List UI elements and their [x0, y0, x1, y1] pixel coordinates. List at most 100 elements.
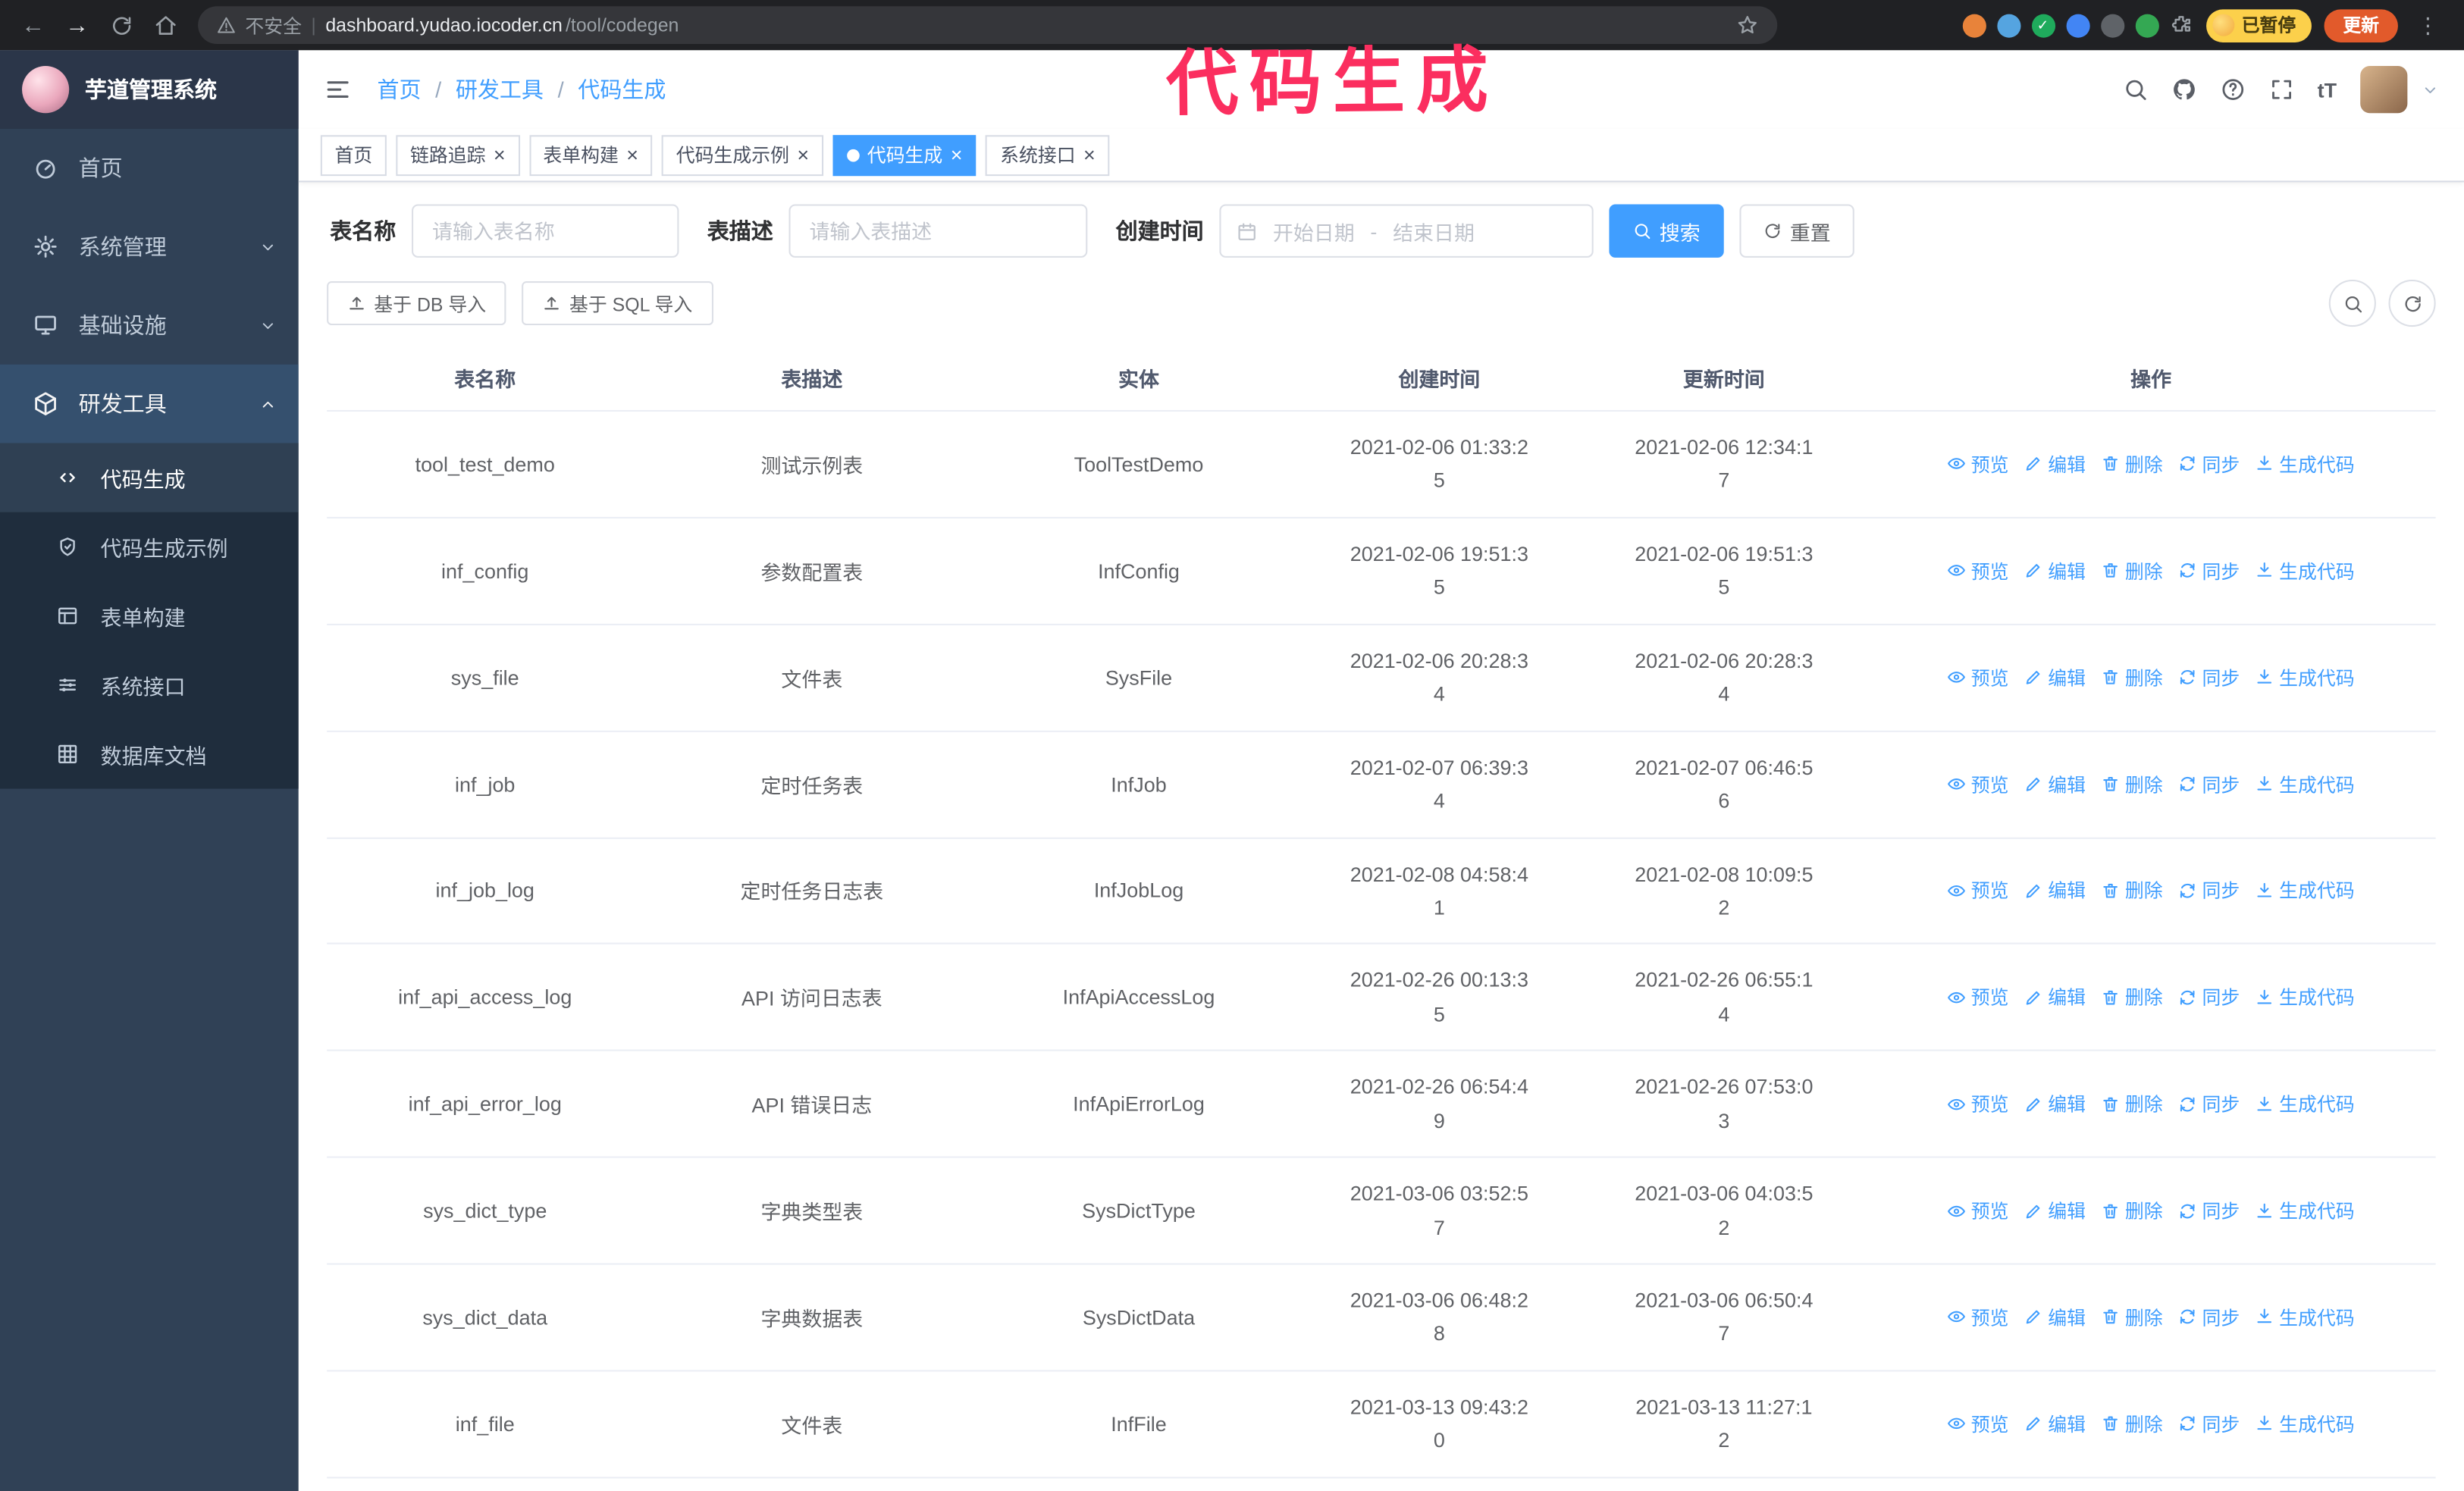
search-icon[interactable] — [2123, 77, 2148, 102]
row-action-edit[interactable]: 编辑 — [2024, 451, 2086, 478]
row-action-preview[interactable]: 预览 — [1948, 771, 2008, 797]
extension-gray-icon[interactable] — [2100, 13, 2124, 37]
extension-blue-icon[interactable] — [1996, 13, 2020, 37]
table-name-input[interactable] — [412, 204, 679, 258]
puzzle-icon[interactable] — [2169, 14, 2193, 37]
row-action-generate[interactable]: 生成代码 — [2256, 771, 2355, 797]
extension-people-icon[interactable] — [2065, 13, 2089, 37]
sidebar-item-home[interactable]: 首页 — [0, 129, 299, 208]
row-action-generate[interactable]: 生成代码 — [2256, 557, 2355, 584]
search-button[interactable]: 搜索 — [1609, 204, 1724, 258]
row-action-edit[interactable]: 编辑 — [2024, 1304, 2086, 1330]
github-icon[interactable] — [2171, 77, 2196, 102]
user-avatar[interactable] — [2360, 66, 2408, 114]
browser-reload-icon[interactable] — [101, 5, 142, 45]
browser-menu-icon[interactable]: ⋮ — [2411, 12, 2446, 39]
security-label[interactable]: 不安全 — [245, 12, 302, 39]
table-desc-input[interactable] — [788, 204, 1088, 258]
sidebar-item-system-api[interactable]: 系统接口 — [0, 650, 299, 719]
row-action-edit[interactable]: 编辑 — [2024, 1198, 2086, 1224]
row-action-preview[interactable]: 预览 — [1948, 1091, 2008, 1117]
browser-back-icon[interactable]: ← — [13, 5, 54, 45]
font-size-icon[interactable]: tT — [2318, 80, 2337, 100]
row-action-generate[interactable]: 生成代码 — [2256, 984, 2355, 1010]
row-action-generate[interactable]: 生成代码 — [2256, 1091, 2355, 1117]
row-action-sync[interactable]: 同步 — [2178, 1198, 2240, 1224]
bookmark-star-icon[interactable] — [1736, 14, 1758, 36]
row-action-preview[interactable]: 预览 — [1948, 451, 2008, 478]
row-action-sync[interactable]: 同步 — [2178, 771, 2240, 797]
row-action-edit[interactable]: 编辑 — [2024, 1411, 2086, 1437]
reset-button[interactable]: 重置 — [1739, 204, 1854, 258]
tab-system-api[interactable]: 系统接口 × — [986, 134, 1110, 176]
tab-home[interactable]: 首页 — [320, 134, 387, 176]
row-action-delete[interactable]: 删除 — [2102, 557, 2163, 584]
address-bar[interactable]: 不安全 | dashboard.yudao.iocoder.cn /tool/c… — [198, 6, 1778, 45]
row-action-sync[interactable]: 同步 — [2178, 1411, 2240, 1437]
sidebar-item-dev-tools[interactable]: 研发工具 — [0, 364, 299, 443]
close-icon[interactable]: × — [1083, 145, 1096, 165]
extension-orange-icon[interactable] — [1961, 13, 1986, 37]
row-action-delete[interactable]: 删除 — [2102, 984, 2163, 1010]
row-action-sync[interactable]: 同步 — [2178, 664, 2240, 691]
row-action-edit[interactable]: 编辑 — [2024, 557, 2086, 584]
row-action-edit[interactable]: 编辑 — [2024, 1091, 2086, 1117]
close-icon[interactable]: × — [951, 145, 963, 165]
row-action-edit[interactable]: 编辑 — [2024, 664, 2086, 691]
sidebar-item-database-doc[interactable]: 数据库文档 — [0, 719, 299, 788]
refresh-table-button[interactable] — [2388, 279, 2436, 327]
row-action-sync[interactable]: 同步 — [2178, 877, 2240, 904]
row-action-generate[interactable]: 生成代码 — [2256, 451, 2355, 478]
browser-home-icon[interactable] — [145, 5, 186, 45]
row-action-sync[interactable]: 同步 — [2178, 1304, 2240, 1330]
toggle-search-button[interactable] — [2328, 279, 2376, 327]
close-icon[interactable]: × — [626, 145, 638, 165]
row-action-preview[interactable]: 预览 — [1948, 984, 2008, 1010]
browser-forward-icon[interactable]: → — [57, 5, 98, 45]
tab-form-builder[interactable]: 表单构建 × — [528, 134, 653, 176]
row-action-generate[interactable]: 生成代码 — [2256, 877, 2355, 904]
browser-update-button[interactable]: 更新 — [2324, 8, 2398, 42]
row-action-sync[interactable]: 同步 — [2178, 451, 2240, 478]
import-sql-button[interactable]: 基于 SQL 导入 — [522, 281, 713, 326]
breadcrumb-item[interactable]: 研发工具 — [456, 74, 544, 105]
sidebar-item-code-generation[interactable]: 代码生成 — [0, 443, 299, 512]
row-action-delete[interactable]: 删除 — [2102, 664, 2163, 691]
row-action-edit[interactable]: 编辑 — [2024, 984, 2086, 1010]
row-action-delete[interactable]: 删除 — [2102, 1304, 2163, 1330]
row-action-generate[interactable]: 生成代码 — [2256, 1198, 2355, 1224]
row-action-sync[interactable]: 同步 — [2178, 557, 2240, 584]
profile-paused-chip[interactable]: 已暂停 — [2205, 8, 2312, 42]
tab-codegen[interactable]: 代码生成 × — [832, 134, 977, 176]
create-time-range-picker[interactable]: 开始日期 - 结束日期 — [1219, 204, 1594, 258]
sidebar-item-form-builder[interactable]: 表单构建 — [0, 581, 299, 650]
import-db-button[interactable]: 基于 DB 导入 — [327, 281, 507, 326]
sidebar-item-system-management[interactable]: 系统管理 — [0, 208, 299, 287]
row-action-preview[interactable]: 预览 — [1948, 1304, 2008, 1330]
row-action-sync[interactable]: 同步 — [2178, 984, 2240, 1010]
row-action-generate[interactable]: 生成代码 — [2256, 664, 2355, 691]
row-action-generate[interactable]: 生成代码 — [2256, 1304, 2355, 1330]
tab-codegen-example[interactable]: 代码生成示例 × — [662, 134, 823, 176]
fullscreen-icon[interactable] — [2268, 77, 2293, 102]
row-action-sync[interactable]: 同步 — [2178, 1091, 2240, 1117]
row-action-delete[interactable]: 删除 — [2102, 877, 2163, 904]
row-action-delete[interactable]: 删除 — [2102, 451, 2163, 478]
sidebar-item-code-generation-example[interactable]: 代码生成示例 — [0, 512, 299, 581]
app-logo[interactable]: 芋道管理系统 — [0, 50, 299, 129]
breadcrumb-item[interactable]: 代码生成 — [578, 74, 666, 105]
row-action-preview[interactable]: 预览 — [1948, 1198, 2008, 1224]
breadcrumb-item[interactable]: 首页 — [377, 74, 421, 105]
chevron-down-icon[interactable] — [2422, 81, 2439, 99]
row-action-preview[interactable]: 预览 — [1948, 877, 2008, 904]
row-action-edit[interactable]: 编辑 — [2024, 771, 2086, 797]
row-action-preview[interactable]: 预览 — [1948, 664, 2008, 691]
row-action-delete[interactable]: 删除 — [2102, 771, 2163, 797]
close-icon[interactable]: × — [797, 145, 809, 165]
row-action-delete[interactable]: 删除 — [2102, 1091, 2163, 1117]
sidebar-item-infrastructure[interactable]: 基础设施 — [0, 286, 299, 365]
row-action-edit[interactable]: 编辑 — [2024, 877, 2086, 904]
hamburger-icon[interactable] — [324, 75, 352, 103]
row-action-preview[interactable]: 预览 — [1948, 1411, 2008, 1437]
tab-trace[interactable]: 链路追踪 × — [396, 134, 520, 176]
